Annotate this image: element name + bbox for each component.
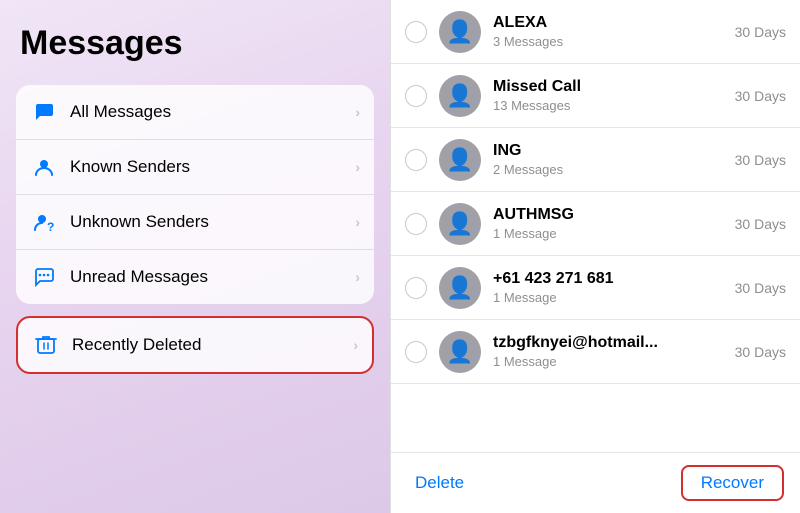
sidebar-item-unread-messages[interactable]: Unread Messages › xyxy=(16,250,374,304)
message-count: 2 Messages xyxy=(493,162,727,177)
chevron-right-icon: › xyxy=(355,214,360,230)
person-icon xyxy=(30,153,58,181)
table-row[interactable]: 👤 tzbgfknyei@hotmail... 1 Message 30 Day… xyxy=(391,320,800,384)
contact-name: ALEXA xyxy=(493,14,727,32)
person-avatar-icon: 👤 xyxy=(446,83,473,109)
chat-bubble-icon xyxy=(30,98,58,126)
select-radio[interactable] xyxy=(405,21,427,43)
sidebar-item-label: Known Senders xyxy=(70,157,355,177)
select-radio[interactable] xyxy=(405,277,427,299)
message-info: ING 2 Messages xyxy=(493,142,727,177)
person-avatar-icon: 👤 xyxy=(446,19,473,45)
chat-unread-icon xyxy=(30,263,58,291)
bottom-action-bar: Delete Recover xyxy=(391,452,800,513)
message-count: 3 Messages xyxy=(493,34,727,49)
app-title: Messages xyxy=(16,24,374,63)
chevron-right-icon: › xyxy=(355,159,360,175)
expiry-days: 30 Days xyxy=(735,216,786,232)
right-panel: 👤 ALEXA 3 Messages 30 Days 👤 Missed Call… xyxy=(390,0,800,513)
left-panel: Messages All Messages › Known Senders › xyxy=(0,0,390,513)
chevron-right-icon: › xyxy=(353,337,358,353)
message-count: 13 Messages xyxy=(493,98,727,113)
expiry-days: 30 Days xyxy=(735,344,786,360)
select-radio[interactable] xyxy=(405,85,427,107)
sidebar-item-unknown-senders[interactable]: ? Unknown Senders › xyxy=(16,195,374,250)
person-avatar-icon: 👤 xyxy=(446,275,473,301)
trash-icon xyxy=(32,331,60,359)
chevron-right-icon: › xyxy=(355,269,360,285)
message-count: 1 Message xyxy=(493,354,727,369)
contact-name: +61 423 271 681 xyxy=(493,270,727,288)
message-info: AUTHMSG 1 Message xyxy=(493,206,727,241)
message-count: 1 Message xyxy=(493,226,727,241)
message-info: +61 423 271 681 1 Message xyxy=(493,270,727,305)
select-radio[interactable] xyxy=(405,213,427,235)
chevron-right-icon: › xyxy=(355,104,360,120)
message-info: tzbgfknyei@hotmail... 1 Message xyxy=(493,334,727,369)
expiry-days: 30 Days xyxy=(735,280,786,296)
table-row[interactable]: 👤 ING 2 Messages 30 Days xyxy=(391,128,800,192)
avatar: 👤 xyxy=(439,331,481,373)
message-info: ALEXA 3 Messages xyxy=(493,14,727,49)
expiry-days: 30 Days xyxy=(735,152,786,168)
person-avatar-icon: 👤 xyxy=(446,339,473,365)
avatar: 👤 xyxy=(439,267,481,309)
table-row[interactable]: 👤 ALEXA 3 Messages 30 Days xyxy=(391,0,800,64)
avatar: 👤 xyxy=(439,203,481,245)
message-info: Missed Call 13 Messages xyxy=(493,78,727,113)
contact-name: tzbgfknyei@hotmail... xyxy=(493,334,727,352)
sidebar-item-known-senders[interactable]: Known Senders › xyxy=(16,140,374,195)
message-count: 1 Message xyxy=(493,290,727,305)
messages-list: 👤 ALEXA 3 Messages 30 Days 👤 Missed Call… xyxy=(391,0,800,452)
sidebar-item-label: All Messages xyxy=(70,102,355,122)
expiry-days: 30 Days xyxy=(735,88,786,104)
sidebar-item-recently-deleted[interactable]: Recently Deleted › xyxy=(18,318,372,372)
person-question-icon: ? xyxy=(30,208,58,236)
avatar: 👤 xyxy=(439,139,481,181)
person-avatar-icon: 👤 xyxy=(446,211,473,237)
avatar: 👤 xyxy=(439,75,481,117)
table-row[interactable]: 👤 +61 423 271 681 1 Message 30 Days xyxy=(391,256,800,320)
sidebar-item-label: Unknown Senders xyxy=(70,212,355,232)
table-row[interactable]: 👤 AUTHMSG 1 Message 30 Days xyxy=(391,192,800,256)
select-radio[interactable] xyxy=(405,341,427,363)
table-row[interactable]: 👤 Missed Call 13 Messages 30 Days xyxy=(391,64,800,128)
contact-name: Missed Call xyxy=(493,78,727,96)
delete-button[interactable]: Delete xyxy=(407,469,472,497)
contact-name: AUTHMSG xyxy=(493,206,727,224)
person-avatar-icon: 👤 xyxy=(446,147,473,173)
recently-deleted-group: Recently Deleted › xyxy=(16,316,374,374)
sidebar-item-label: Recently Deleted xyxy=(72,335,353,355)
contact-name: ING xyxy=(493,142,727,160)
sidebar-item-all-messages[interactable]: All Messages › xyxy=(16,85,374,140)
svg-text:?: ? xyxy=(47,220,54,233)
recover-button[interactable]: Recover xyxy=(681,465,784,501)
sidebar-item-label: Unread Messages xyxy=(70,267,355,287)
avatar: 👤 xyxy=(439,11,481,53)
expiry-days: 30 Days xyxy=(735,24,786,40)
main-menu-group: All Messages › Known Senders › ? xyxy=(16,85,374,304)
select-radio[interactable] xyxy=(405,149,427,171)
